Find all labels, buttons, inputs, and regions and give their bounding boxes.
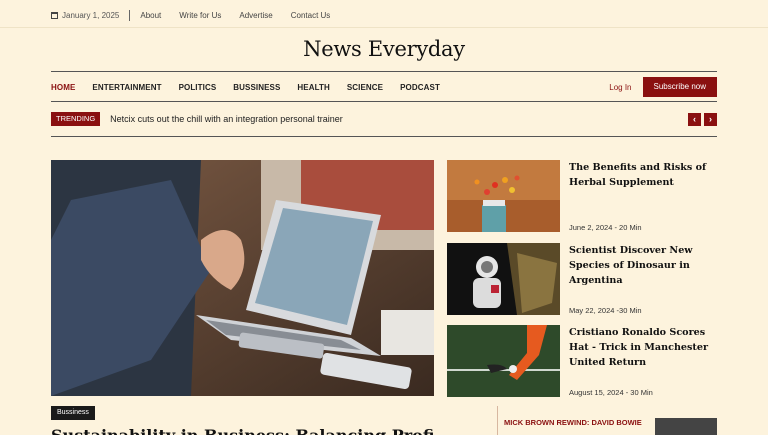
nav-item-politics[interactable]: POLITICS	[179, 83, 217, 92]
article-meta: June 2, 2024 - 20 Min	[569, 223, 642, 232]
top-bar: January 1, 2025 About Write for Us Adver…	[51, 9, 348, 21]
trending-headline[interactable]: Netcix cuts out the chill with an integr…	[110, 114, 343, 124]
article-meta: May 22, 2024 -30 Min	[569, 306, 642, 315]
nav-item-science[interactable]: SCIENCE	[347, 83, 383, 92]
chevron-right-icon[interactable]: ›	[704, 112, 717, 126]
site-logo[interactable]: News Everyday	[0, 37, 768, 61]
nav-item-health[interactable]: HEALTH	[297, 83, 329, 92]
about-link[interactable]: About	[140, 11, 161, 20]
contact-us-link[interactable]: Contact Us	[291, 11, 331, 20]
hero-category-badge[interactable]: Bussiness	[51, 406, 95, 420]
main-nav: HOME ENTERTAINMENT POLITICS BUSSINESS HE…	[51, 77, 717, 97]
article-title[interactable]: The Benefits and Risks of Herbal Supplem…	[569, 160, 719, 190]
nav-item-bussiness[interactable]: BUSSINESS	[233, 83, 280, 92]
login-link[interactable]: Log In	[609, 83, 631, 92]
trending-controls: ‹ ›	[688, 112, 717, 126]
article-meta: August 15, 2024 - 30 Min	[569, 388, 653, 397]
date-display: January 1, 2025	[51, 11, 119, 20]
article-title[interactable]: Cristiano Ronaldo Scores Hat - Trick in …	[569, 325, 719, 370]
divider	[51, 101, 717, 102]
article-thumbnail[interactable]	[447, 325, 560, 397]
hero-image[interactable]	[51, 160, 434, 396]
subscribe-button[interactable]: Subscribe now	[642, 77, 717, 97]
write-for-us-link[interactable]: Write for Us	[179, 11, 221, 20]
side-section-title[interactable]: MICK BROWN REWIND: DAVID BOWIE	[504, 418, 642, 427]
nav-item-podcast[interactable]: PODCAST	[400, 83, 440, 92]
advertise-link[interactable]: Advertise	[239, 11, 272, 20]
trending-bar: TRENDING Netcix cuts out the chill with …	[51, 111, 717, 127]
chevron-left-icon[interactable]: ‹	[688, 112, 701, 126]
nav-item-entertainment[interactable]: ENTERTAINMENT	[92, 83, 161, 92]
divider	[129, 9, 131, 21]
divider	[51, 136, 717, 137]
article-thumbnail[interactable]	[447, 243, 560, 315]
hero-title[interactable]: Sustainability in Business: Balancing Pr…	[51, 426, 434, 435]
article-card[interactable]: The Benefits and Risks of Herbal Supplem…	[447, 160, 717, 232]
nav-item-home[interactable]: HOME	[51, 83, 75, 92]
side-section-thumbnail[interactable]	[655, 418, 717, 435]
side-section: MICK BROWN REWIND: DAVID BOWIE	[497, 406, 717, 435]
trending-badge: TRENDING	[51, 112, 101, 126]
article-title[interactable]: Scientist Discover New Species of Dinosa…	[569, 243, 719, 288]
article-thumbnail[interactable]	[447, 160, 560, 232]
date-text: January 1, 2025	[62, 10, 120, 20]
article-card[interactable]: Scientist Discover New Species of Dinosa…	[447, 243, 717, 315]
divider	[0, 27, 768, 28]
article-card[interactable]: Cristiano Ronaldo Scores Hat - Trick in …	[447, 325, 717, 397]
calendar-icon	[51, 11, 58, 19]
divider	[51, 71, 717, 72]
